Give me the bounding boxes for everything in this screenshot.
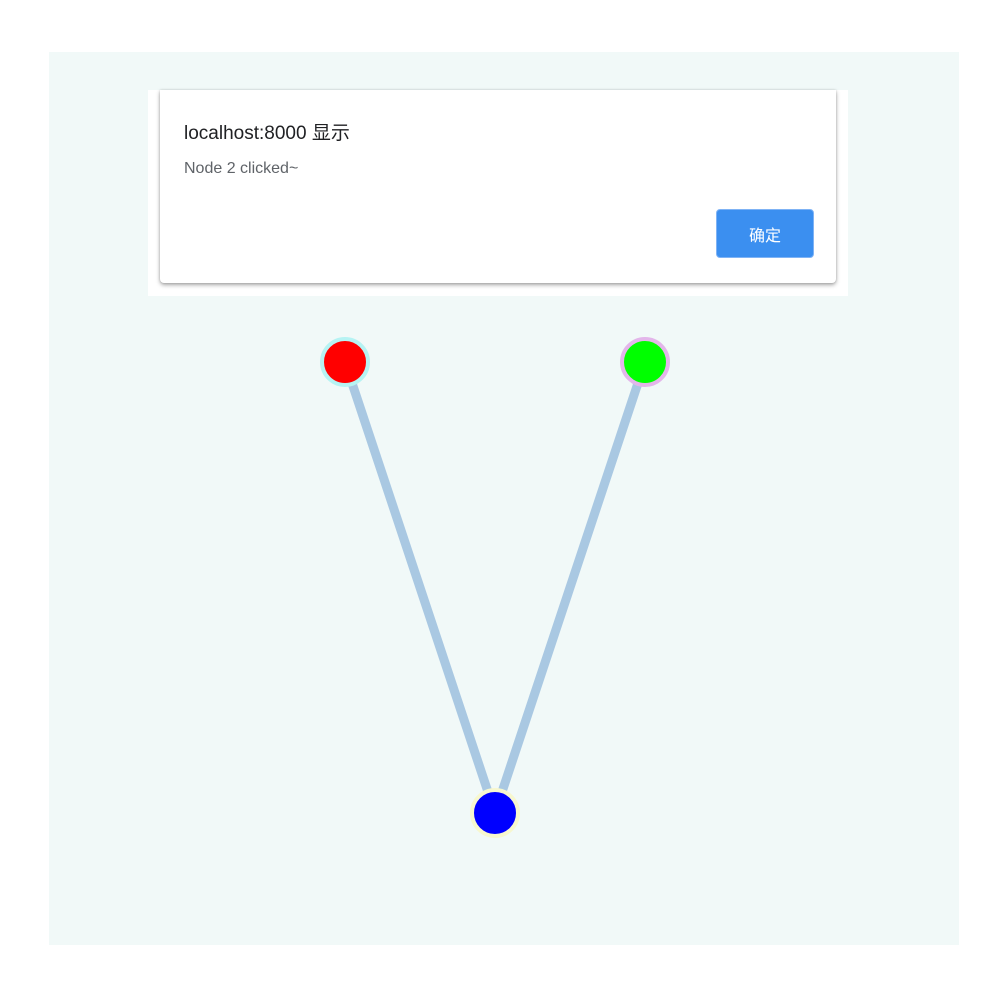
edge-red-blue (340, 357, 500, 818)
graph-nodes (320, 337, 670, 838)
graph-edges (340, 357, 650, 818)
node-blue[interactable] (470, 788, 520, 838)
alert-message: Node 2 clicked~ (184, 160, 299, 177)
page: localhost:8000 显示 Node 2 clicked~ 确定 (0, 0, 1000, 1000)
ok-button[interactable]: 确定 (716, 209, 814, 258)
node-green[interactable] (620, 337, 670, 387)
alert-title: localhost:8000 显示 (184, 123, 350, 144)
edge-green-blue (490, 357, 650, 818)
node-red[interactable] (320, 337, 370, 387)
alert-dialog: localhost:8000 显示 Node 2 clicked~ 确定 (160, 90, 836, 283)
